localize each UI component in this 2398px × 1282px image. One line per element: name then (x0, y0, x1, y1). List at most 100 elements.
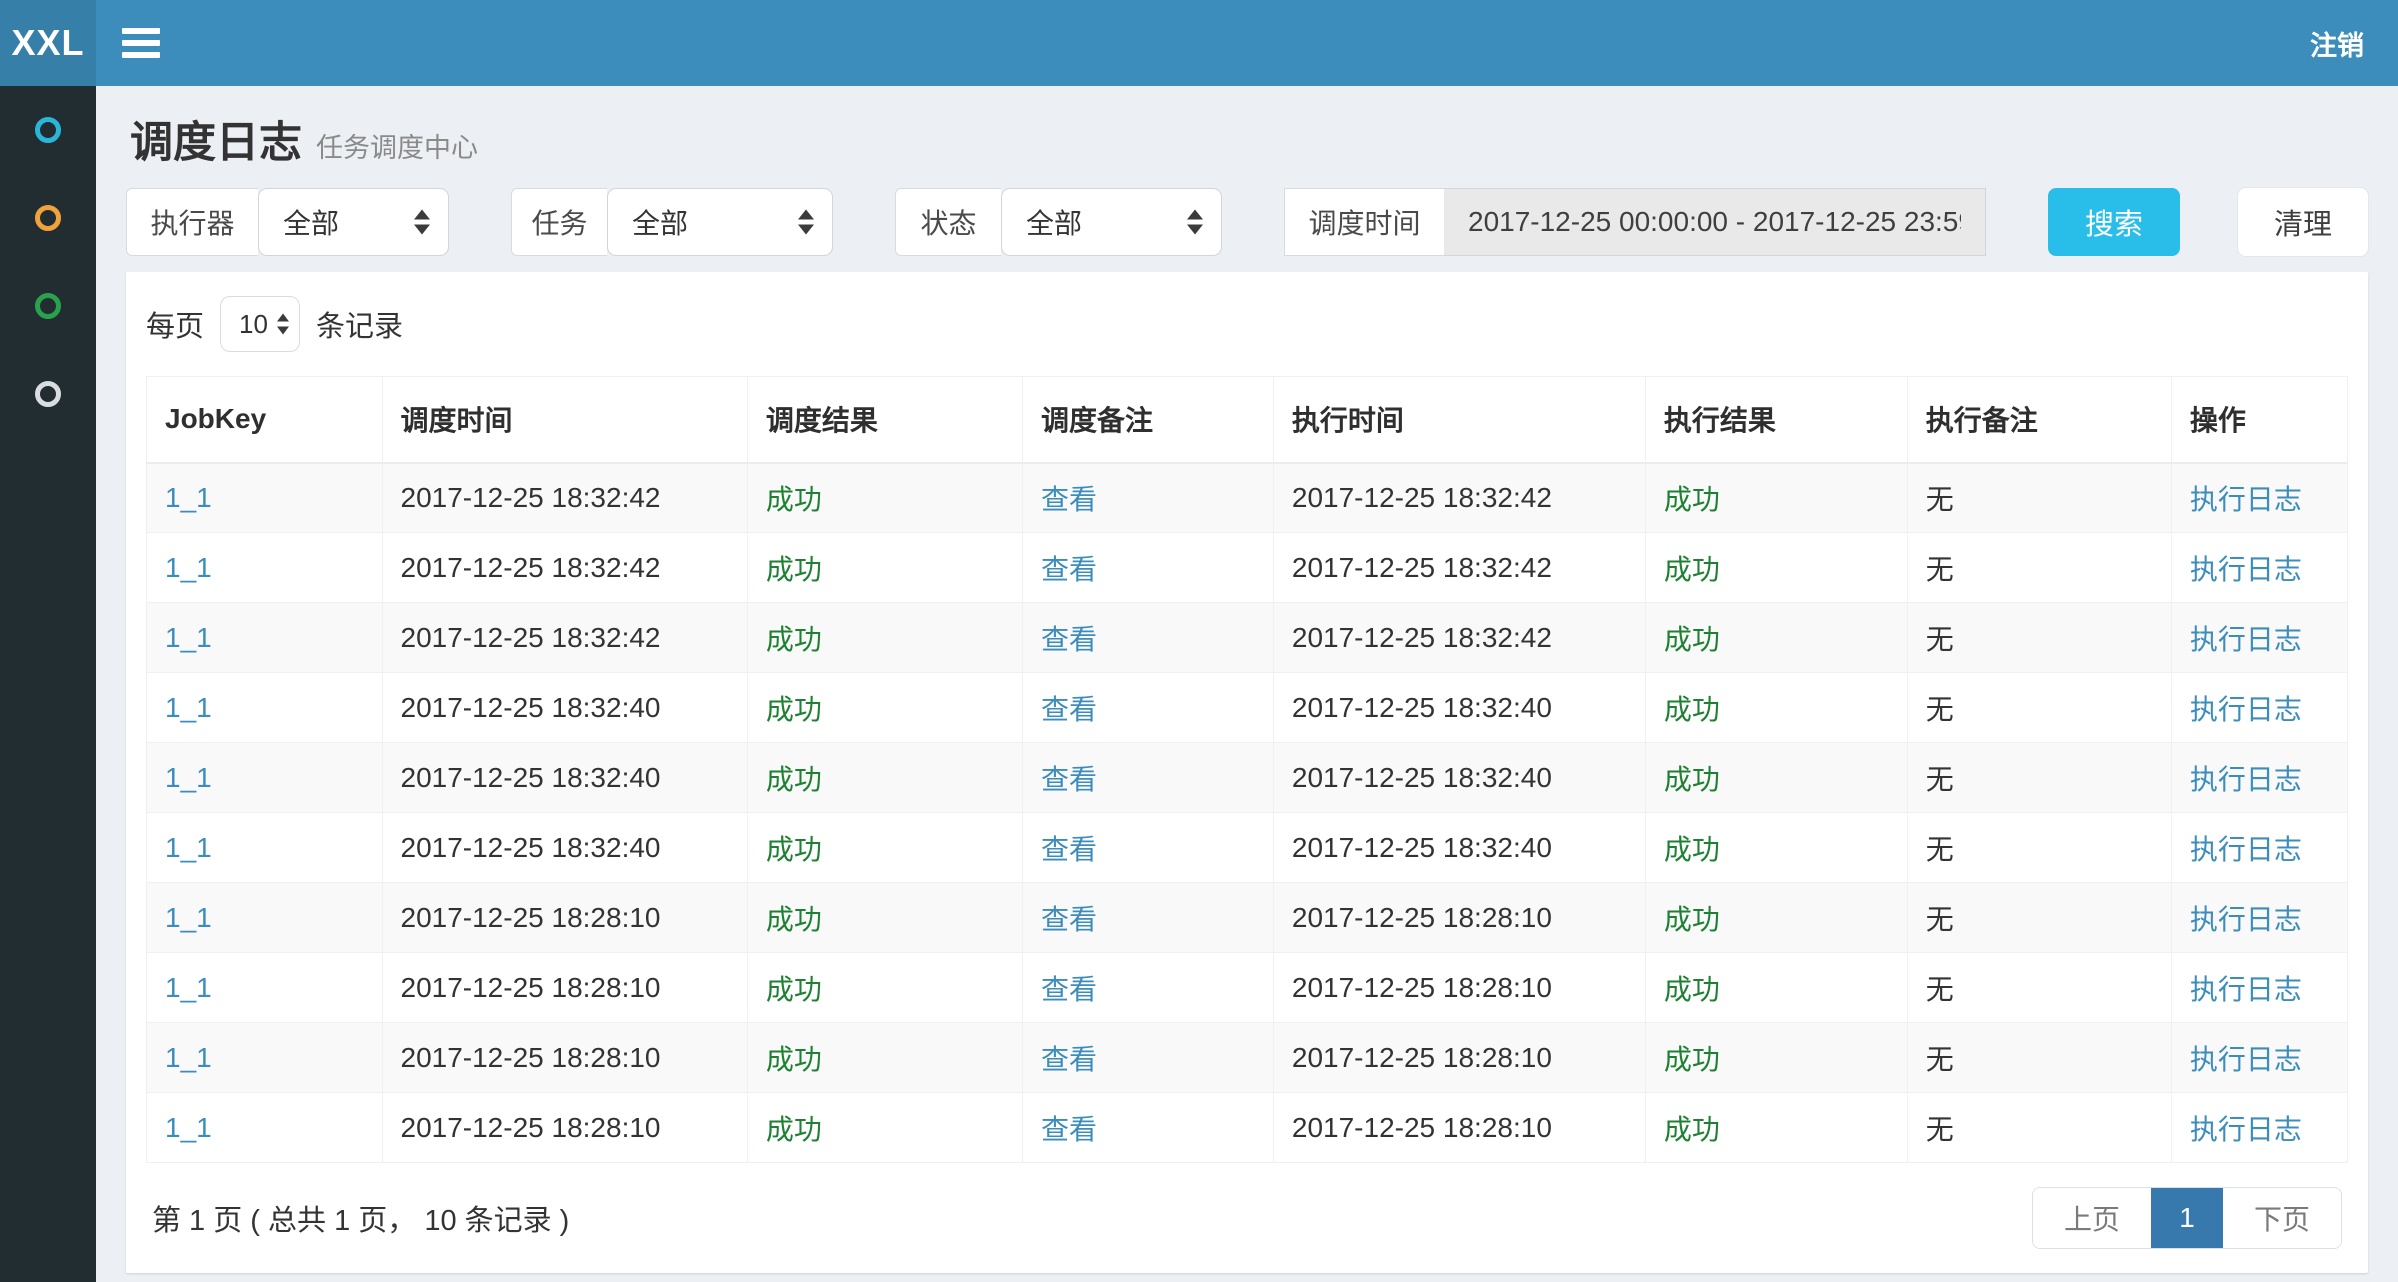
jobkey-link[interactable]: 1_1 (165, 622, 212, 653)
circle-icon (35, 381, 61, 407)
handle-result-cell: 成功 (1645, 673, 1907, 743)
handle-msg-cell: 无 (1907, 463, 2171, 533)
trigger-result-cell: 成功 (747, 533, 1022, 603)
handle-result-cell: 成功 (1645, 463, 1907, 533)
search-button[interactable]: 搜索 (2048, 188, 2180, 256)
sidebar-item-4[interactable] (0, 350, 96, 438)
circle-icon (35, 205, 61, 231)
page-size-value: 10 (239, 309, 268, 340)
jobkey-link[interactable]: 1_1 (165, 1112, 212, 1143)
status-select[interactable]: 全部 (1001, 188, 1222, 256)
jobkey-link[interactable]: 1_1 (165, 832, 212, 863)
handle-time-cell: 2017-12-25 18:28:10 (1273, 953, 1645, 1023)
exec-log-link[interactable]: 执行日志 (2190, 764, 2302, 795)
sidebar-toggle-button[interactable] (96, 0, 186, 86)
trigger-result-cell: 成功 (747, 743, 1022, 813)
exec-log-link[interactable]: 执行日志 (2190, 624, 2302, 655)
current-page-button[interactable]: 1 (2151, 1188, 2223, 1248)
table-row: 1_1 2017-12-25 18:28:10 成功 查看 2017-12-25… (147, 1023, 2348, 1093)
trigger-msg-link[interactable]: 查看 (1041, 1044, 1097, 1075)
exec-log-link[interactable]: 执行日志 (2190, 1114, 2302, 1145)
logout-link[interactable]: 注销 (2276, 0, 2398, 86)
jobkey-link[interactable]: 1_1 (165, 1042, 212, 1073)
handle-result-cell: 成功 (1645, 1023, 1907, 1093)
trigger-time-cell: 2017-12-25 18:32:42 (382, 603, 747, 673)
select-arrows-icon (414, 210, 430, 235)
page-size-select[interactable]: 10 (220, 296, 300, 352)
app-logo[interactable]: XXL (0, 0, 96, 86)
trigger-time-cell: 2017-12-25 18:28:10 (382, 1023, 747, 1093)
trigger-result-cell: 成功 (747, 883, 1022, 953)
table-row: 1_1 2017-12-25 18:28:10 成功 查看 2017-12-25… (147, 953, 2348, 1023)
select-arrows-icon (1187, 210, 1203, 235)
table-row: 1_1 2017-12-25 18:32:42 成功 查看 2017-12-25… (147, 603, 2348, 673)
trigger-msg-link[interactable]: 查看 (1041, 974, 1097, 1005)
time-filter-group: 调度时间 (1284, 188, 1986, 256)
trigger-msg-link[interactable]: 查看 (1041, 694, 1097, 725)
exec-log-link[interactable]: 执行日志 (2190, 974, 2302, 1005)
handle-time-cell: 2017-12-25 18:32:40 (1273, 813, 1645, 883)
trigger-time-cell: 2017-12-25 18:32:42 (382, 463, 747, 533)
exec-log-link[interactable]: 执行日志 (2190, 904, 2302, 935)
handle-time-cell: 2017-12-25 18:28:10 (1273, 1093, 1645, 1163)
table-footer: 第 1 页 ( 总共 1 页， 10 条记录 ) 上页 1 下页 (146, 1163, 2348, 1273)
jobkey-link[interactable]: 1_1 (165, 902, 212, 933)
jobkey-link[interactable]: 1_1 (165, 482, 212, 513)
handle-msg-cell: 无 (1907, 603, 2171, 673)
sidebar (0, 86, 96, 1282)
handle-msg-cell: 无 (1907, 883, 2171, 953)
filter-toolbar: 执行器 全部 任务 全部 状态 全部 调度时间 搜索 清理 (126, 188, 2368, 256)
handle-result-cell: 成功 (1645, 533, 1907, 603)
handle-msg-cell: 无 (1907, 1023, 2171, 1093)
handle-msg-cell: 无 (1907, 1093, 2171, 1163)
trigger-result-cell: 成功 (747, 1023, 1022, 1093)
table-row: 1_1 2017-12-25 18:32:42 成功 查看 2017-12-25… (147, 463, 2348, 533)
jobkey-link[interactable]: 1_1 (165, 692, 212, 723)
clear-button[interactable]: 清理 (2238, 188, 2368, 256)
handle-time-cell: 2017-12-25 18:32:40 (1273, 673, 1645, 743)
handle-msg-cell: 无 (1907, 673, 2171, 743)
exec-log-link[interactable]: 执行日志 (2190, 554, 2302, 585)
trigger-msg-link[interactable]: 查看 (1041, 554, 1097, 585)
table-row: 1_1 2017-12-25 18:32:42 成功 查看 2017-12-25… (147, 533, 2348, 603)
executor-select[interactable]: 全部 (258, 188, 449, 256)
status-filter-group: 状态 全部 (895, 188, 1222, 256)
jobkey-link[interactable]: 1_1 (165, 972, 212, 1003)
trigger-msg-link[interactable]: 查看 (1041, 764, 1097, 795)
navbar: 注销 (96, 0, 2398, 86)
col-trigger-msg: 调度备注 (1022, 377, 1273, 463)
page-header: 调度日志 任务调度中心 (130, 108, 2364, 170)
trigger-msg-link[interactable]: 查看 (1041, 484, 1097, 515)
exec-log-link[interactable]: 执行日志 (2190, 484, 2302, 515)
handle-time-cell: 2017-12-25 18:28:10 (1273, 883, 1645, 953)
trigger-time-range-input[interactable] (1444, 188, 1986, 256)
sidebar-item-2[interactable] (0, 174, 96, 262)
handle-time-cell: 2017-12-25 18:32:42 (1273, 463, 1645, 533)
trigger-msg-link[interactable]: 查看 (1041, 624, 1097, 655)
select-arrows-icon (798, 210, 814, 235)
status-label: 状态 (895, 188, 1001, 256)
handle-msg-cell: 无 (1907, 953, 2171, 1023)
handle-time-cell: 2017-12-25 18:32:40 (1273, 743, 1645, 813)
log-table: JobKey 调度时间 调度结果 调度备注 执行时间 执行结果 执行备注 操作 … (146, 376, 2348, 1163)
job-select[interactable]: 全部 (607, 188, 833, 256)
sidebar-item-3[interactable] (0, 262, 96, 350)
handle-time-cell: 2017-12-25 18:28:10 (1273, 1023, 1645, 1093)
prev-page-button[interactable]: 上页 (2033, 1188, 2151, 1248)
page-size-suffix: 条记录 (316, 303, 403, 345)
handle-msg-cell: 无 (1907, 813, 2171, 883)
next-page-button[interactable]: 下页 (2223, 1188, 2341, 1248)
job-label: 任务 (511, 188, 607, 256)
jobkey-link[interactable]: 1_1 (165, 762, 212, 793)
trigger-msg-link[interactable]: 查看 (1041, 904, 1097, 935)
exec-log-link[interactable]: 执行日志 (2190, 834, 2302, 865)
trigger-msg-link[interactable]: 查看 (1041, 1114, 1097, 1145)
col-handle-time: 执行时间 (1273, 377, 1645, 463)
exec-log-link[interactable]: 执行日志 (2190, 1044, 2302, 1075)
sidebar-item-1[interactable] (0, 86, 96, 174)
exec-log-link[interactable]: 执行日志 (2190, 694, 2302, 725)
trigger-time-cell: 2017-12-25 18:32:40 (382, 813, 747, 883)
pagination-summary: 第 1 页 ( 总共 1 页， 10 条记录 ) (152, 1197, 569, 1239)
trigger-msg-link[interactable]: 查看 (1041, 834, 1097, 865)
jobkey-link[interactable]: 1_1 (165, 552, 212, 583)
